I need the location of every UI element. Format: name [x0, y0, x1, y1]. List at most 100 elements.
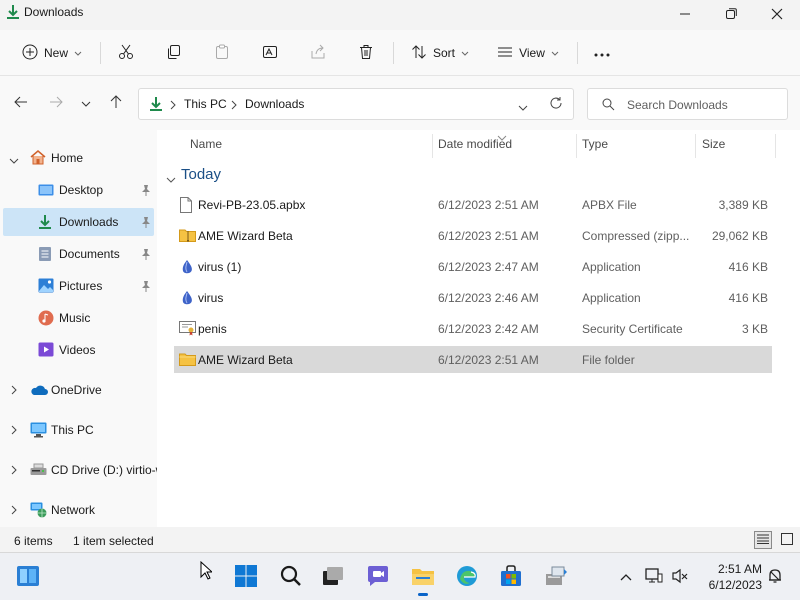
sidebar-item-music[interactable]: Music [0, 304, 157, 332]
network-status-button[interactable] [641, 561, 667, 593]
file-type: Compressed (zipp... [582, 229, 690, 243]
table-row[interactable]: Revi-PB-23.05.apbx 6/12/2023 2:51 AM APB… [174, 191, 772, 218]
column-header-size[interactable]: Size [702, 137, 725, 151]
sidebar-item-desktop[interactable]: Desktop [0, 176, 157, 204]
paste-icon [214, 44, 230, 63]
file-date: 6/12/2023 2:47 AM [438, 260, 539, 274]
application-icon [179, 290, 195, 306]
sidebar-item-home[interactable]: Home [0, 144, 157, 172]
table-row[interactable]: AME Wizard Beta 6/12/2023 2:51 AM Compre… [174, 222, 772, 249]
chevron-down-icon[interactable] [9, 153, 19, 167]
address-history-dropdown[interactable] [518, 100, 528, 114]
share-icon [310, 44, 326, 63]
chevron-right-icon[interactable] [11, 384, 17, 398]
task-view-button[interactable] [317, 561, 349, 593]
sidebar-item-onedrive[interactable]: OneDrive [0, 376, 157, 404]
breadcrumb-downloads[interactable]: Downloads [245, 97, 304, 111]
copy-button[interactable] [160, 38, 188, 68]
search-input[interactable]: Search Downloads [587, 88, 788, 120]
file-type: APBX File [582, 198, 637, 212]
chevron-right-icon[interactable] [11, 464, 17, 478]
maximize-button[interactable] [708, 0, 754, 30]
installer-app-button[interactable] [540, 561, 572, 593]
column-header-type[interactable]: Type [582, 137, 608, 151]
sidebar-item-network[interactable]: Network [0, 496, 157, 524]
details-view-button[interactable] [754, 531, 772, 549]
table-row[interactable]: virus 6/12/2023 2:46 AM Application 416 … [174, 284, 772, 311]
speaker-muted-icon [671, 568, 689, 587]
edge-button[interactable] [451, 561, 483, 593]
column-divider[interactable] [775, 134, 776, 158]
volume-button[interactable] [667, 561, 693, 593]
chevron-right-icon[interactable] [11, 424, 17, 438]
cut-button[interactable] [112, 38, 140, 68]
minimize-button[interactable] [662, 0, 708, 30]
share-button[interactable] [304, 38, 332, 68]
windows-logo-icon [235, 564, 257, 590]
new-button[interactable]: New [14, 38, 90, 68]
widgets-button[interactable] [12, 561, 44, 593]
column-header-date-modified[interactable]: Date modified [438, 137, 512, 151]
notifications-button[interactable] [762, 561, 788, 593]
store-icon [500, 564, 522, 590]
sidebar-item-this-pc[interactable]: This PC [0, 416, 157, 444]
pin-icon [141, 184, 151, 199]
chat-button[interactable] [362, 561, 394, 593]
sidebar-item-downloads[interactable]: Downloads [3, 208, 154, 236]
pin-icon [141, 248, 151, 263]
column-divider[interactable] [576, 134, 577, 158]
back-button[interactable] [10, 91, 32, 115]
title-bar: Downloads [0, 0, 800, 30]
rename-button[interactable] [256, 38, 284, 68]
file-size: 3,389 KB [718, 198, 768, 212]
delete-button[interactable] [352, 38, 380, 68]
sidebar-item-videos[interactable]: Videos [0, 336, 157, 364]
forward-button[interactable] [45, 91, 67, 115]
file-size: 29,062 KB [711, 229, 768, 243]
close-button[interactable] [754, 0, 800, 30]
sidebar-item-label: CD Drive (D:) virtio-w [51, 463, 157, 477]
chevron-right-icon[interactable] [11, 504, 17, 518]
column-divider[interactable] [432, 134, 433, 158]
certificate-icon [179, 321, 196, 337]
sort-button[interactable]: Sort [403, 38, 477, 68]
pictures-icon [38, 278, 54, 296]
installer-icon [544, 565, 568, 590]
copy-icon [166, 44, 182, 63]
sidebar-item-documents[interactable]: Documents [0, 240, 157, 268]
clock[interactable]: 2:51 AM 6/12/2023 [700, 561, 762, 593]
column-divider[interactable] [695, 134, 696, 158]
chevron-up-icon [620, 570, 632, 584]
table-row[interactable]: virus (1) 6/12/2023 2:47 AM Application … [174, 253, 772, 280]
mouse-cursor-icon [200, 560, 214, 583]
sidebar-item-cd-drive[interactable]: CD Drive (D:) virtio-w [0, 456, 157, 484]
start-button[interactable] [230, 561, 262, 593]
breadcrumb-this-pc[interactable]: This PC [184, 97, 227, 111]
chevron-down-icon [81, 96, 91, 110]
paste-button[interactable] [208, 38, 236, 68]
view-button[interactable]: View [491, 38, 565, 68]
search-button[interactable] [275, 561, 307, 593]
file-name: AME Wizard Beta [198, 353, 293, 367]
tiles-view-button[interactable] [778, 531, 796, 549]
search-icon [280, 565, 302, 590]
file-date: 6/12/2023 2:46 AM [438, 291, 539, 305]
status-bar: 6 items 1 item selected [0, 527, 800, 552]
up-button[interactable] [105, 91, 127, 115]
microsoft-store-button[interactable] [495, 561, 527, 593]
sidebar-item-pictures[interactable]: Pictures [0, 272, 157, 300]
file-size: 416 KB [728, 291, 768, 305]
file-explorer-button[interactable] [407, 561, 439, 596]
toolbar-separator [100, 42, 101, 64]
refresh-icon[interactable] [549, 96, 563, 113]
arrow-left-icon [14, 96, 28, 111]
file-size: 416 KB [728, 260, 768, 274]
show-hidden-icons-button[interactable] [612, 561, 640, 593]
table-row[interactable]: AME Wizard Beta 6/12/2023 2:51 AM File f… [174, 346, 772, 373]
window-title: Downloads [24, 5, 84, 19]
more-button[interactable] [588, 38, 616, 68]
recent-locations-button[interactable] [75, 91, 97, 115]
address-bar[interactable]: This PC Downloads [138, 88, 574, 120]
column-header-name[interactable]: Name [190, 137, 222, 151]
table-row[interactable]: penis 6/12/2023 2:42 AM Security Certifi… [174, 315, 772, 342]
